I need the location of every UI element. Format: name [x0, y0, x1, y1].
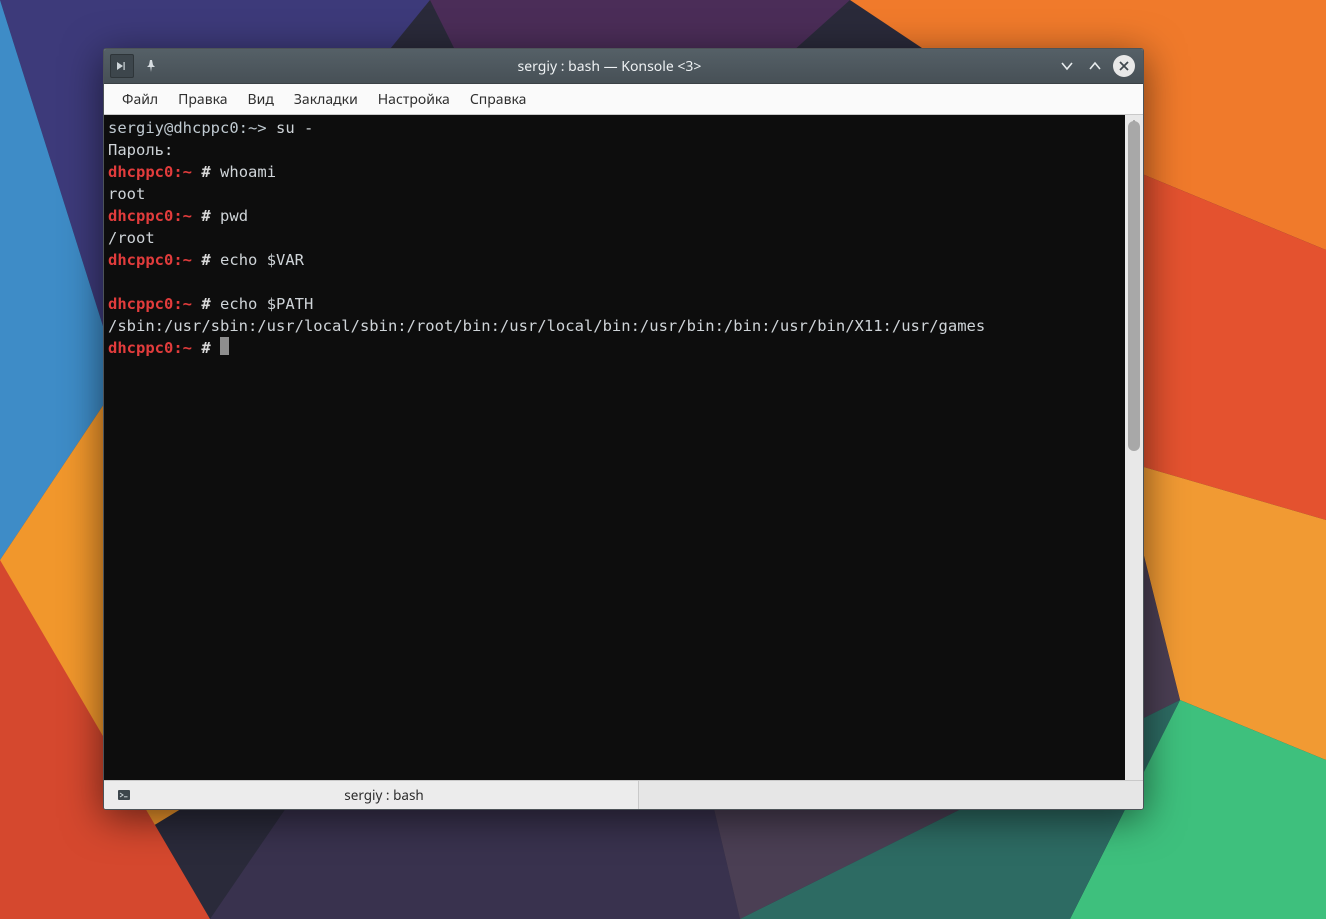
cmd-whoami: whoami: [220, 163, 276, 181]
cmd-echo-var: echo $VAR: [220, 251, 304, 269]
menu-bookmarks[interactable]: Закладки: [284, 86, 368, 113]
scrollbar[interactable]: [1125, 115, 1143, 780]
terminal-icon: [116, 787, 132, 803]
password-prompt: Пароль:: [108, 141, 173, 159]
cursor: [220, 337, 229, 355]
tab-session-1[interactable]: sergiy : bash: [104, 781, 639, 809]
menu-settings[interactable]: Настройка: [368, 86, 460, 113]
out-pwd: /root: [108, 229, 155, 247]
window-title: sergiy : bash — Konsole <3>: [162, 57, 1057, 76]
menu-view[interactable]: Вид: [238, 86, 284, 113]
out-whoami: root: [108, 185, 145, 203]
close-button[interactable]: [1113, 55, 1135, 77]
maximize-button[interactable]: [1085, 56, 1105, 76]
minimize-button[interactable]: [1057, 56, 1077, 76]
cmd-echo-path: echo $PATH: [220, 295, 313, 313]
out-echo-path: /sbin:/usr/sbin:/usr/local/sbin:/root/bi…: [108, 317, 985, 335]
tab-bar: sergiy : bash: [104, 780, 1143, 809]
konsole-window: sergiy : bash — Konsole <3> Файл Правка …: [103, 48, 1144, 810]
tab-label: sergiy : bash: [142, 786, 626, 804]
menu-bar: Файл Правка Вид Закладки Настройка Справ…: [104, 84, 1143, 115]
menu-file[interactable]: Файл: [112, 86, 168, 113]
new-tab-button[interactable]: [110, 54, 134, 78]
root-prompt: dhcppc0:~ #: [108, 207, 211, 225]
scroll-thumb[interactable]: [1128, 121, 1140, 451]
pin-button[interactable]: [140, 55, 162, 77]
root-prompt: dhcppc0:~ #: [108, 295, 211, 313]
root-prompt: dhcppc0:~ #: [108, 163, 211, 181]
terminal-viewport[interactable]: sergiy@dhcppc0:~> su - Пароль: dhcppc0:~…: [104, 115, 1125, 780]
user-prompt: sergiy@dhcppc0:~>: [108, 119, 267, 137]
root-prompt: dhcppc0:~ #: [108, 251, 211, 269]
menu-help[interactable]: Справка: [460, 86, 537, 113]
menu-edit[interactable]: Правка: [168, 86, 237, 113]
root-prompt: dhcppc0:~ #: [108, 339, 211, 357]
titlebar[interactable]: sergiy : bash — Konsole <3>: [104, 49, 1143, 84]
cmd-su: su -: [276, 119, 313, 137]
cmd-pwd: pwd: [220, 207, 248, 225]
